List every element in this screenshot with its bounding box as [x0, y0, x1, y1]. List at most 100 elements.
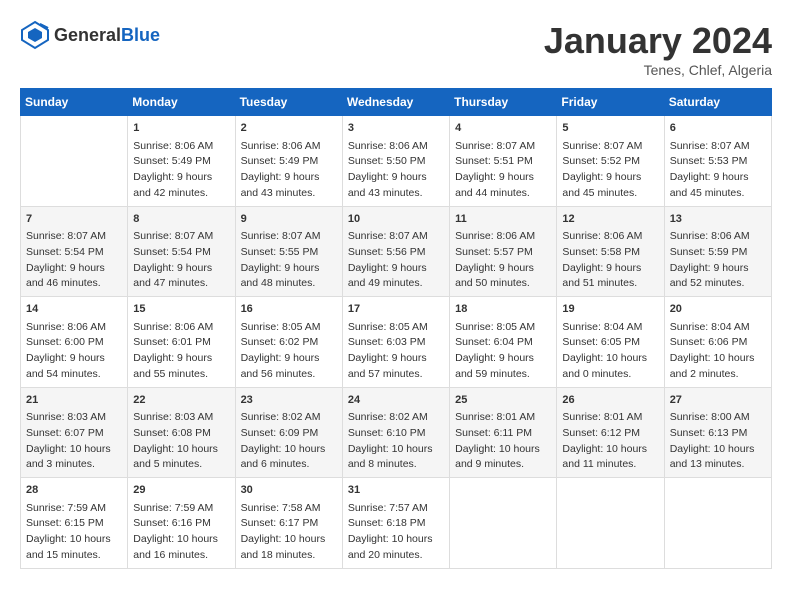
day-cell: 25Sunrise: 8:01 AM Sunset: 6:11 PM Dayli… [450, 387, 557, 478]
day-cell: 27Sunrise: 8:00 AM Sunset: 6:13 PM Dayli… [664, 387, 771, 478]
day-number: 8 [133, 211, 229, 228]
day-number: 18 [455, 301, 551, 318]
day-cell: 14Sunrise: 8:06 AM Sunset: 6:00 PM Dayli… [21, 297, 128, 388]
day-content: Sunrise: 8:05 AM Sunset: 6:04 PM Dayligh… [455, 320, 551, 383]
day-number: 12 [562, 211, 658, 228]
logo: General Blue [20, 20, 160, 50]
day-content: Sunrise: 8:07 AM Sunset: 5:53 PM Dayligh… [670, 139, 766, 202]
day-cell: 13Sunrise: 8:06 AM Sunset: 5:59 PM Dayli… [664, 206, 771, 297]
day-number: 28 [26, 482, 122, 499]
day-content: Sunrise: 8:07 AM Sunset: 5:56 PM Dayligh… [348, 229, 444, 292]
day-number: 31 [348, 482, 444, 499]
day-number: 27 [670, 392, 766, 409]
day-number: 4 [455, 120, 551, 137]
day-content: Sunrise: 8:06 AM Sunset: 5:50 PM Dayligh… [348, 139, 444, 202]
day-content: Sunrise: 7:58 AM Sunset: 6:17 PM Dayligh… [241, 501, 337, 564]
day-number: 9 [241, 211, 337, 228]
day-number: 11 [455, 211, 551, 228]
logo-icon [20, 20, 50, 50]
day-cell: 15 Sunrise: 8:06 AM Sunset: 6:01 PM Dayli… [128, 297, 235, 388]
day-content: Sunrise: 8:06 AM Sunset: 5:49 PM Dayligh… [241, 139, 337, 202]
day-content: Sunrise: 8:06 AM Sunset: 5:58 PM Dayligh… [562, 229, 658, 292]
day-cell: 23Sunrise: 8:02 AM Sunset: 6:09 PM Dayli… [235, 387, 342, 478]
day-content: Sunrise: 8:04 AM Sunset: 6:06 PM Dayligh… [670, 320, 766, 383]
day-number: 7 [26, 211, 122, 228]
day-cell: 28 Sunrise: 7:59 AM Sunset: 6:15 PM Dayli… [21, 478, 128, 569]
day-cell: 2Sunrise: 8:06 AM Sunset: 5:49 PM Daylig… [235, 116, 342, 207]
day-cell: 18 Sunrise: 8:05 AM Sunset: 6:04 PM Dayli… [450, 297, 557, 388]
header-day-wednesday: Wednesday [342, 89, 449, 116]
day-cell: 22Sunrise: 8:03 AM Sunset: 6:08 PM Dayli… [128, 387, 235, 478]
day-content: Sunrise: 8:06 AM Sunset: 5:57 PM Dayligh… [455, 229, 551, 292]
day-number: 29 [133, 482, 229, 499]
header-day-thursday: Thursday [450, 89, 557, 116]
day-content: Sunrise: 8:07 AM Sunset: 5:54 PM Dayligh… [26, 229, 122, 292]
day-content: Sunrise: 8:05 AM Sunset: 6:03 PM Dayligh… [348, 320, 444, 383]
day-number: 22 [133, 392, 229, 409]
day-cell [557, 478, 664, 569]
day-cell: 1Sunrise: 8:06 AM Sunset: 5:49 PM Daylig… [128, 116, 235, 207]
header-day-monday: Monday [128, 89, 235, 116]
day-cell [450, 478, 557, 569]
day-content: Sunrise: 8:06 AM Sunset: 6:00 PM Dayligh… [26, 320, 122, 383]
day-cell: 7Sunrise: 8:07 AM Sunset: 5:54 PM Daylig… [21, 206, 128, 297]
header-day-tuesday: Tuesday [235, 89, 342, 116]
day-number: 16 [241, 301, 337, 318]
day-content: Sunrise: 7:59 AM Sunset: 6:15 PM Dayligh… [26, 501, 122, 564]
day-number: 6 [670, 120, 766, 137]
day-cell: 19Sunrise: 8:04 AM Sunset: 6:05 PM Dayli… [557, 297, 664, 388]
day-cell [21, 116, 128, 207]
day-content: Sunrise: 8:07 AM Sunset: 5:51 PM Dayligh… [455, 139, 551, 202]
day-cell: 4 Sunrise: 8:07 AM Sunset: 5:51 PM Daylig… [450, 116, 557, 207]
day-number: 13 [670, 211, 766, 228]
title-section: January 2024 Tenes, Chlef, Algeria [544, 20, 772, 78]
day-cell: 8Sunrise: 8:07 AM Sunset: 5:54 PM Daylig… [128, 206, 235, 297]
day-cell: 5 Sunrise: 8:07 AM Sunset: 5:52 PM Daylig… [557, 116, 664, 207]
day-cell: 12Sunrise: 8:06 AM Sunset: 5:58 PM Dayli… [557, 206, 664, 297]
day-cell: 21Sunrise: 8:03 AM Sunset: 6:07 PM Dayli… [21, 387, 128, 478]
day-number: 25 [455, 392, 551, 409]
day-number: 17 [348, 301, 444, 318]
day-cell: 3 Sunrise: 8:06 AM Sunset: 5:50 PM Daylig… [342, 116, 449, 207]
day-number: 23 [241, 392, 337, 409]
day-content: Sunrise: 8:05 AM Sunset: 6:02 PM Dayligh… [241, 320, 337, 383]
day-number: 19 [562, 301, 658, 318]
day-cell: 30 Sunrise: 7:58 AM Sunset: 6:17 PM Dayli… [235, 478, 342, 569]
calendar-table: SundayMondayTuesdayWednesdayThursdayFrid… [20, 88, 772, 569]
main-title: January 2024 [544, 20, 772, 62]
day-number: 26 [562, 392, 658, 409]
day-number: 10 [348, 211, 444, 228]
week-row-4: 21Sunrise: 8:03 AM Sunset: 6:07 PM Dayli… [21, 387, 772, 478]
day-content: Sunrise: 8:06 AM Sunset: 6:01 PM Dayligh… [133, 320, 229, 383]
day-number: 24 [348, 392, 444, 409]
day-content: Sunrise: 8:02 AM Sunset: 6:10 PM Dayligh… [348, 410, 444, 473]
day-cell: 6 Sunrise: 8:07 AM Sunset: 5:53 PM Daylig… [664, 116, 771, 207]
day-number: 30 [241, 482, 337, 499]
day-content: Sunrise: 8:01 AM Sunset: 6:11 PM Dayligh… [455, 410, 551, 473]
header-row: SundayMondayTuesdayWednesdayThursdayFrid… [21, 89, 772, 116]
day-number: 5 [562, 120, 658, 137]
day-cell: 11Sunrise: 8:06 AM Sunset: 5:57 PM Dayli… [450, 206, 557, 297]
day-content: Sunrise: 8:00 AM Sunset: 6:13 PM Dayligh… [670, 410, 766, 473]
day-content: Sunrise: 8:02 AM Sunset: 6:09 PM Dayligh… [241, 410, 337, 473]
day-cell: 9Sunrise: 8:07 AM Sunset: 5:55 PM Daylig… [235, 206, 342, 297]
day-cell: 31Sunrise: 7:57 AM Sunset: 6:18 PM Dayli… [342, 478, 449, 569]
day-number: 20 [670, 301, 766, 318]
day-content: Sunrise: 8:03 AM Sunset: 6:07 PM Dayligh… [26, 410, 122, 473]
day-number: 1 [133, 120, 229, 137]
day-cell: 29Sunrise: 7:59 AM Sunset: 6:16 PM Dayli… [128, 478, 235, 569]
day-content: Sunrise: 8:07 AM Sunset: 5:52 PM Dayligh… [562, 139, 658, 202]
day-number: 15 [133, 301, 229, 318]
logo-blue-text: Blue [121, 25, 160, 46]
day-number: 3 [348, 120, 444, 137]
week-row-2: 7Sunrise: 8:07 AM Sunset: 5:54 PM Daylig… [21, 206, 772, 297]
day-content: Sunrise: 8:03 AM Sunset: 6:08 PM Dayligh… [133, 410, 229, 473]
day-cell: 26Sunrise: 8:01 AM Sunset: 6:12 PM Dayli… [557, 387, 664, 478]
logo-general-text: General [54, 25, 121, 46]
week-row-1: 1 Sunrise: 8:06 AM Sunset: 5:49 PM Daylig… [21, 116, 772, 207]
day-content: Sunrise: 8:07 AM Sunset: 5:54 PM Dayligh… [133, 229, 229, 292]
day-cell: 20 Sunrise: 8:04 AM Sunset: 6:06 PM Dayli… [664, 297, 771, 388]
day-number: 21 [26, 392, 122, 409]
day-cell: 24Sunrise: 8:02 AM Sunset: 6:10 PM Dayli… [342, 387, 449, 478]
day-content: Sunrise: 8:06 AM Sunset: 5:59 PM Dayligh… [670, 229, 766, 292]
